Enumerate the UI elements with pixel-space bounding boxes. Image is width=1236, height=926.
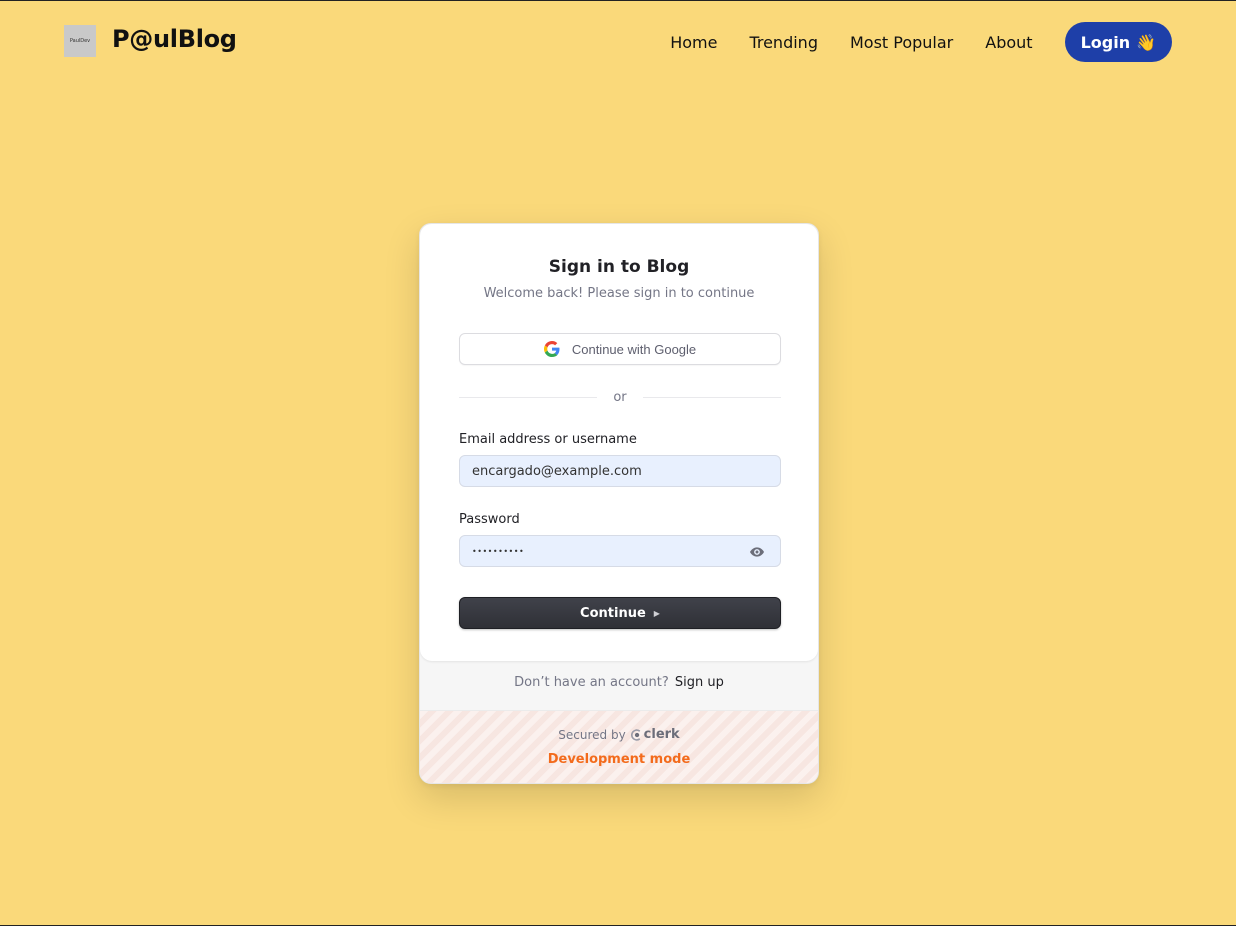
clerk-logo[interactable]: clerk (630, 727, 680, 742)
nav-trending[interactable]: Trending (749, 33, 818, 52)
or-divider: or (459, 388, 781, 406)
clerk-text: clerk (643, 727, 680, 742)
caret-right-icon: ▶ (653, 608, 660, 618)
divider-line-right (642, 396, 781, 398)
login-button[interactable]: Login 👋 (1064, 22, 1172, 62)
sign-in-subtitle: Welcome back! Please sign in to continue (483, 286, 755, 301)
nav-about[interactable]: About (985, 33, 1032, 52)
google-sign-in-button[interactable]: Continue with Google (459, 333, 781, 365)
google-button-label: Continue with Google (571, 341, 697, 357)
main-nav: Home Trending Most Popular About Login 👋 (670, 21, 1172, 63)
sign-in-form-panel: Sign in to Blog Welcome back! Please sig… (420, 224, 818, 661)
site-header: PaulDev P@ulBlog Home Trending Most Popu… (0, 1, 1236, 83)
email-label: Email address or username (459, 432, 637, 447)
google-icon (543, 341, 560, 357)
sign-in-card: Sign in to Blog Welcome back! Please sig… (419, 223, 819, 784)
waving-hand-icon: 👋 (1136, 32, 1156, 52)
brand-name[interactable]: P@ulBlog (112, 25, 237, 53)
signup-prompt: Don’t have an account? Sign up (420, 675, 818, 690)
site-logo[interactable]: PaulDev (64, 25, 96, 57)
nav-home[interactable]: Home (670, 33, 717, 52)
divider-text: or (613, 389, 627, 405)
dev-mode-footer: Secured by clerk Development mode (420, 711, 818, 783)
continue-label: Continue (580, 605, 646, 621)
login-label: Login (1080, 32, 1131, 52)
divider-line-left (459, 396, 598, 398)
no-account-text: Don’t have an account? (514, 675, 669, 690)
clerk-icon (630, 728, 640, 741)
sign-up-link[interactable]: Sign up (675, 675, 724, 690)
continue-button[interactable]: Continue ▶ (459, 597, 781, 629)
development-mode-label: Development mode (547, 752, 691, 767)
password-field[interactable]: •••••••••• (459, 535, 781, 567)
password-value: •••••••••• (472, 546, 525, 556)
email-value: encargado@example.com (472, 463, 642, 479)
sign-in-title: Sign in to Blog (548, 257, 690, 277)
secured-by-text: Secured by (558, 727, 626, 742)
secured-by-row: Secured by clerk (420, 727, 818, 742)
logo-text: PaulDev (69, 38, 91, 44)
show-password-eye-icon[interactable] (750, 546, 764, 558)
nav-most-popular[interactable]: Most Popular (850, 33, 953, 52)
password-label: Password (459, 512, 520, 527)
email-field[interactable]: encargado@example.com (459, 455, 781, 487)
